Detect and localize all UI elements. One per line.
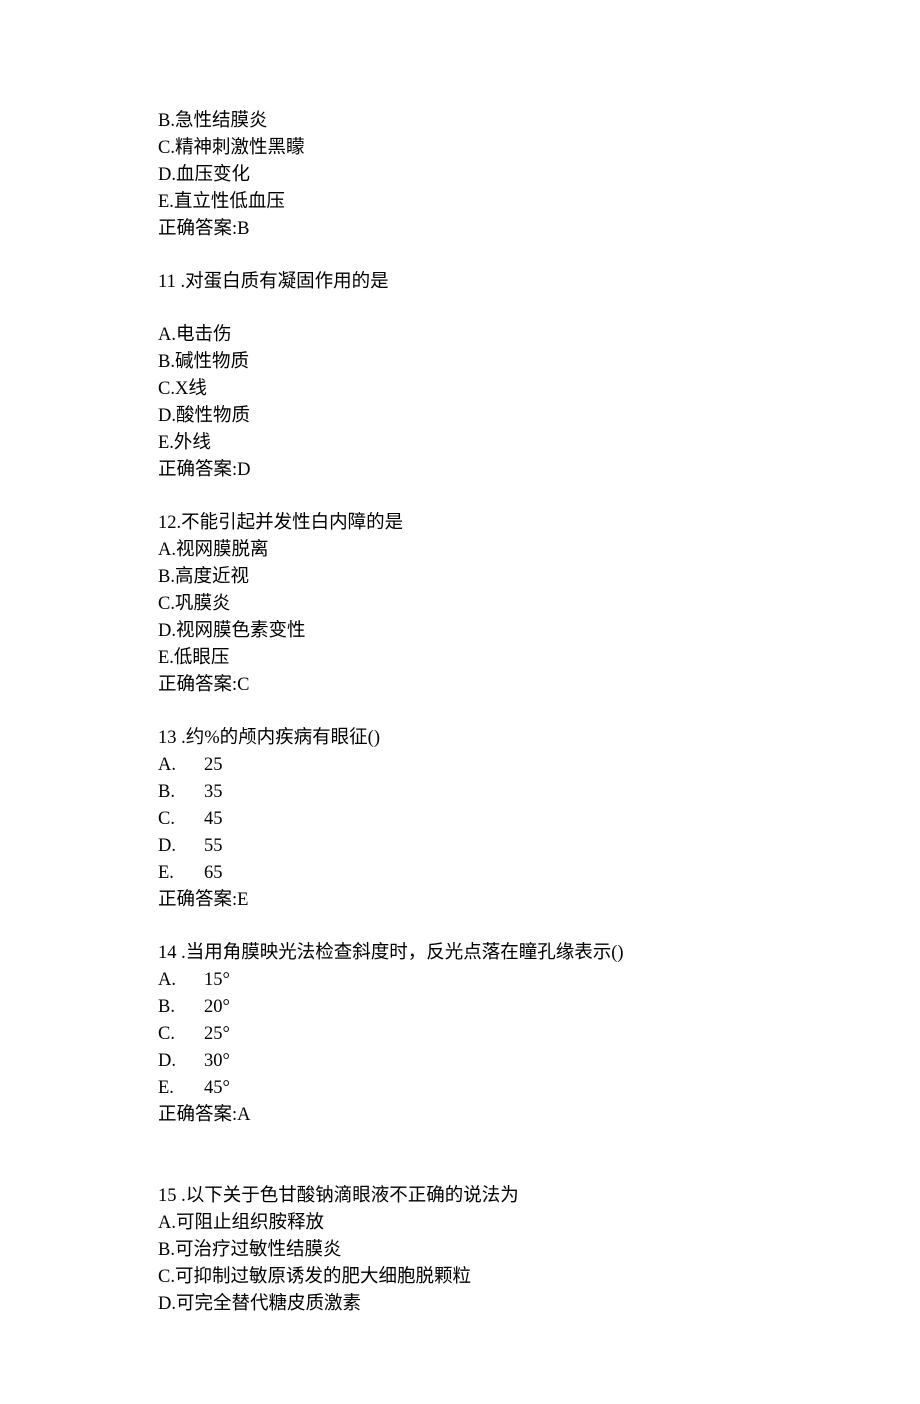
option-b: B.急性结膜炎: [158, 108, 920, 135]
option-letter: E.: [158, 1075, 204, 1102]
question-13: 13 .约%的颅内疾病有眼征() A.25 B.35 C.45 D.55 E.6…: [158, 725, 920, 914]
option-d: D.视网膜色素变性: [158, 618, 920, 645]
option-e: E.外线: [158, 430, 920, 457]
option-d: D.血压变化: [158, 162, 920, 189]
option-c: C.可抑制过敏原诱发的肥大细胞脱颗粒: [158, 1264, 920, 1291]
option-b: B.35: [158, 779, 920, 806]
option-d: D.酸性物质: [158, 403, 920, 430]
question-stem: 11 .对蛋白质有凝固作用的是: [158, 269, 920, 296]
spacer: [158, 1155, 920, 1183]
option-a: A.电击伤: [158, 322, 920, 349]
option-value: 30°: [204, 1051, 230, 1071]
option-d: D.55: [158, 833, 920, 860]
option-value: 55: [204, 836, 223, 856]
option-letter: C.: [158, 806, 204, 833]
question-10-continued: B.急性结膜炎 C.精神刺激性黑矇 D.血压变化 E.直立性低血压 正确答案:B: [158, 108, 920, 243]
option-value: 25°: [204, 1024, 230, 1044]
answer-line: 正确答案:B: [158, 216, 920, 243]
option-value: 45°: [204, 1078, 230, 1098]
option-letter: B.: [158, 994, 204, 1021]
option-letter: B.: [158, 779, 204, 806]
option-d: D.可完全替代糖皮质激素: [158, 1291, 920, 1318]
question-15: 15 .以下关于色甘酸钠滴眼液不正确的说法为 A.可阻止组织胺释放 B.可治疗过…: [158, 1183, 920, 1318]
answer-line: 正确答案:E: [158, 887, 920, 914]
option-letter: A.: [158, 967, 204, 994]
option-value: 20°: [204, 997, 230, 1017]
question-stem: 12.不能引起并发性白内障的是: [158, 510, 920, 537]
option-c: C.巩膜炎: [158, 591, 920, 618]
option-d: D.30°: [158, 1048, 920, 1075]
answer-line: 正确答案:C: [158, 672, 920, 699]
option-e: E.65: [158, 860, 920, 887]
option-c: C.X线: [158, 376, 920, 403]
option-a: A.视网膜脱离: [158, 537, 920, 564]
option-e: E.45°: [158, 1075, 920, 1102]
option-value: 25: [204, 755, 223, 775]
question-stem: 15 .以下关于色甘酸钠滴眼液不正确的说法为: [158, 1183, 920, 1210]
option-letter: D.: [158, 1048, 204, 1075]
option-letter: E.: [158, 860, 204, 887]
option-letter: A.: [158, 752, 204, 779]
option-e: E.直立性低血压: [158, 189, 920, 216]
option-b: B.可治疗过敏性结膜炎: [158, 1237, 920, 1264]
option-a: A.15°: [158, 967, 920, 994]
option-c: C.25°: [158, 1021, 920, 1048]
option-b: B.20°: [158, 994, 920, 1021]
option-c: C.精神刺激性黑矇: [158, 135, 920, 162]
question-14: 14 .当用角膜映光法检查斜度时，反光点落在瞳孔缘表示() A.15° B.20…: [158, 940, 920, 1129]
option-b: B.碱性物质: [158, 349, 920, 376]
answer-line: 正确答案:A: [158, 1102, 920, 1129]
question-12: 12.不能引起并发性白内障的是 A.视网膜脱离 B.高度近视 C.巩膜炎 D.视…: [158, 510, 920, 699]
option-b: B.高度近视: [158, 564, 920, 591]
option-value: 15°: [204, 970, 230, 990]
option-a: A.可阻止组织胺释放: [158, 1210, 920, 1237]
option-c: C.45: [158, 806, 920, 833]
option-value: 65: [204, 863, 223, 883]
option-a: A.25: [158, 752, 920, 779]
question-stem: 14 .当用角膜映光法检查斜度时，反光点落在瞳孔缘表示(): [158, 940, 920, 967]
option-letter: D.: [158, 833, 204, 860]
option-e: E.低眼压: [158, 645, 920, 672]
answer-line: 正确答案:D: [158, 457, 920, 484]
option-value: 35: [204, 782, 223, 802]
question-stem: 13 .约%的颅内疾病有眼征(): [158, 725, 920, 752]
question-11: 11 .对蛋白质有凝固作用的是 A.电击伤 B.碱性物质 C.X线 D.酸性物质…: [158, 269, 920, 484]
option-letter: C.: [158, 1021, 204, 1048]
option-value: 45: [204, 809, 223, 829]
